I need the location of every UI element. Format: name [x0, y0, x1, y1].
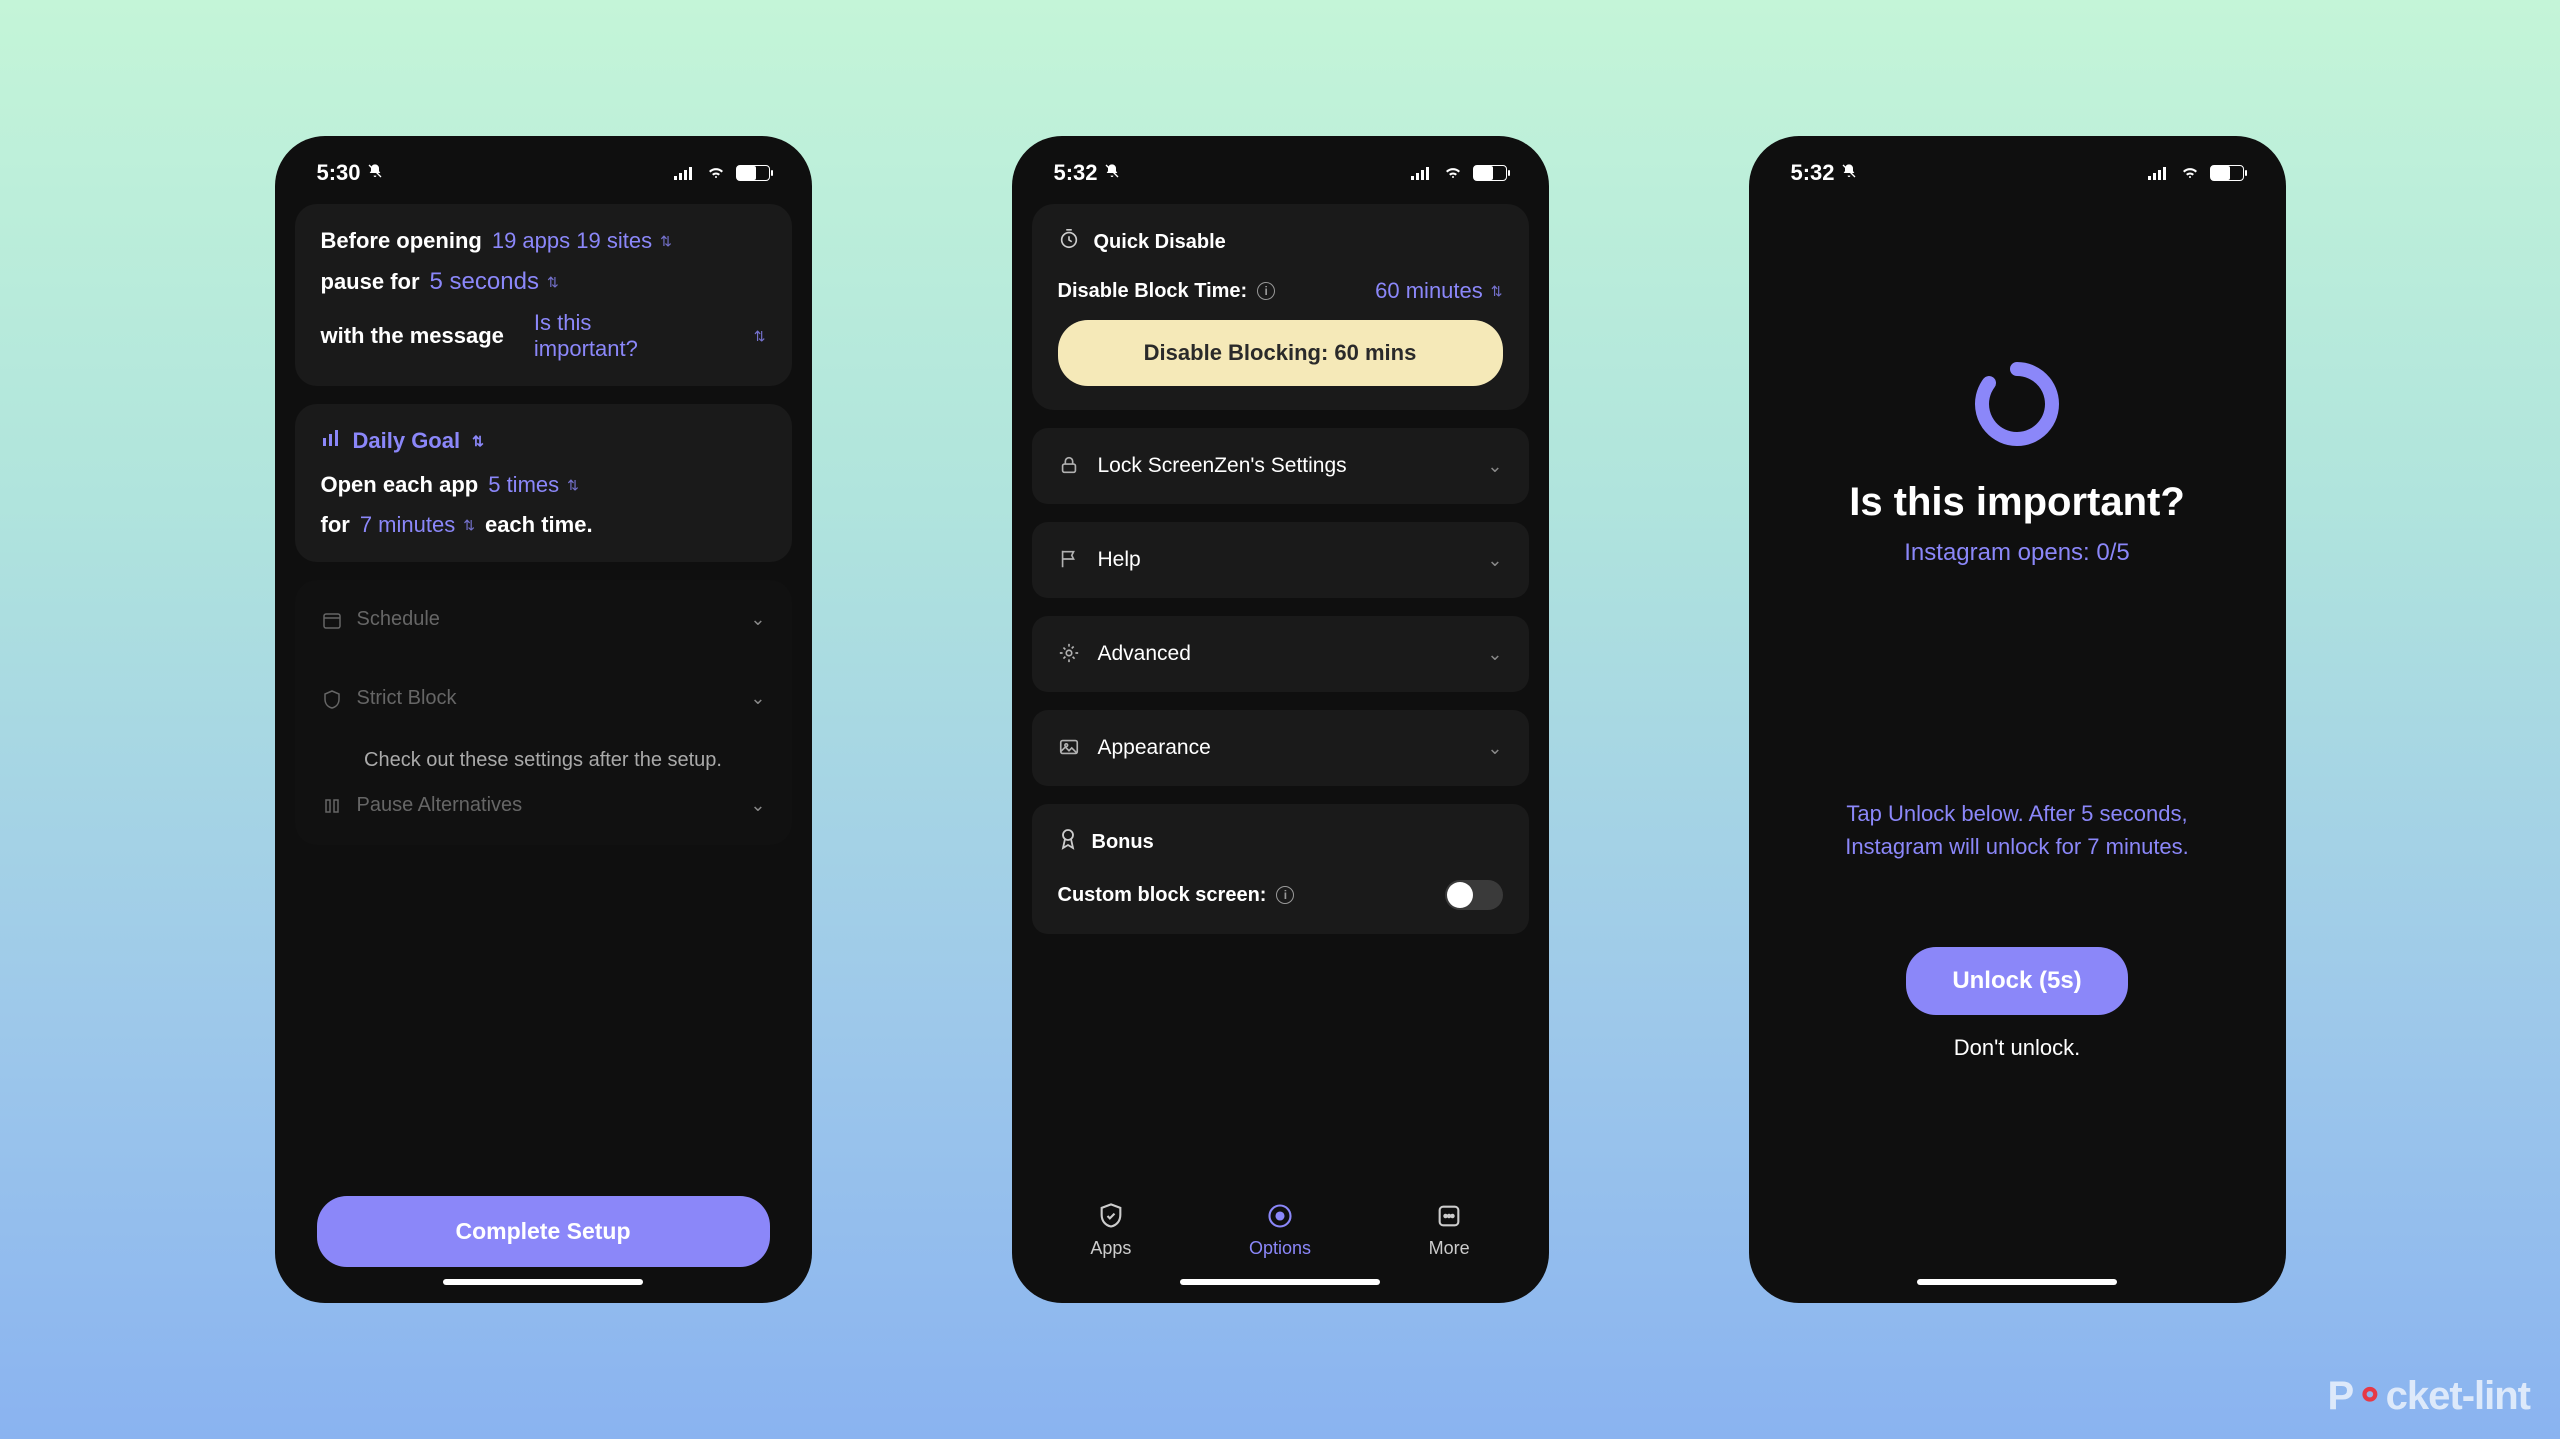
- status-time: 5:30: [317, 160, 361, 186]
- quick-disable-label: Quick Disable: [1094, 231, 1226, 254]
- wifi-icon: [1443, 166, 1463, 180]
- chevron-updown-icon: ⇅: [754, 328, 766, 345]
- ribbon-icon: [1058, 828, 1078, 856]
- image-icon: [1058, 736, 1082, 760]
- custom-block-toggle[interactable]: [1445, 880, 1503, 910]
- phone-screen-block: 5:32 Is this important? Instagram opens:…: [1749, 136, 2286, 1303]
- appearance-row[interactable]: Appearance ⌄: [1032, 710, 1529, 786]
- chevron-down-icon: ⌄: [750, 795, 765, 816]
- disable-time-selector[interactable]: 60 minutes ⇅: [1375, 278, 1502, 304]
- disable-time-label: Disable Block Time:: [1058, 280, 1248, 303]
- open-each-label: Open each app: [321, 472, 479, 498]
- custom-block-label: Custom block screen:: [1058, 884, 1267, 907]
- clock-icon: [1058, 228, 1080, 256]
- status-bar: 5:32: [1769, 160, 2266, 204]
- info-icon[interactable]: i: [1257, 282, 1275, 300]
- with-message-label: with the message: [321, 323, 504, 349]
- before-opening-card: Before opening 19 apps 19 sites ⇅ pause …: [295, 204, 792, 386]
- unlock-hint: Tap Unlock below. After 5 seconds, Insta…: [1769, 797, 2266, 863]
- strict-block-row[interactable]: Strict Block ⌄: [295, 659, 792, 738]
- signal-icon: [2148, 166, 2170, 180]
- message-selector[interactable]: Is this important? ⇅: [534, 310, 766, 362]
- chevron-updown-icon: ⇅: [567, 477, 579, 494]
- info-icon[interactable]: i: [1276, 886, 1294, 904]
- wifi-icon: [706, 166, 726, 180]
- bonus-label: Bonus: [1092, 831, 1154, 854]
- daily-goal-card: Daily Goal ⇅ Open each app 5 times ⇅ for…: [295, 404, 792, 562]
- dnd-icon: [367, 163, 383, 184]
- chevron-down-icon: ⌄: [750, 688, 765, 709]
- gear-icon: [1058, 642, 1082, 666]
- help-row[interactable]: Help ⌄: [1032, 522, 1529, 598]
- chevron-down-icon: ⌄: [1487, 456, 1502, 477]
- wifi-icon: [2180, 166, 2200, 180]
- battery-icon: [2210, 165, 2244, 181]
- advanced-row[interactable]: Advanced ⌄: [1032, 616, 1529, 692]
- chevron-down-icon: ⌄: [1487, 550, 1502, 571]
- chevron-updown-icon: ⇅: [463, 517, 475, 534]
- flag-icon: [1058, 548, 1082, 572]
- signal-icon: [1411, 166, 1433, 180]
- open-times-selector[interactable]: 5 times ⇅: [488, 472, 579, 498]
- lock-settings-row[interactable]: Lock ScreenZen's Settings ⌄: [1032, 428, 1529, 504]
- chevron-down-icon: ⌄: [1487, 738, 1502, 759]
- phone-screen-options: 5:32 Quick Disable Disable Block Time: i…: [1012, 136, 1549, 1303]
- zen-logo-icon: [1967, 354, 2067, 454]
- shield-check-icon: [1095, 1200, 1127, 1232]
- pause-for-label: pause for: [321, 269, 420, 295]
- complete-setup-button[interactable]: Complete Setup: [317, 1196, 770, 1267]
- block-question: Is this important?: [1769, 480, 2266, 525]
- lock-icon: [1058, 454, 1082, 478]
- pause-alternatives-row[interactable]: Pause Alternatives ⌄: [295, 782, 792, 845]
- each-time-label: each time.: [485, 512, 593, 538]
- status-time: 5:32: [1054, 160, 1098, 186]
- pause-duration-selector[interactable]: 5 seconds ⇅: [430, 268, 559, 296]
- status-bar: 5:30: [295, 160, 792, 204]
- dnd-icon: [1841, 163, 1857, 184]
- tab-bar: Apps Options More: [1032, 1182, 1529, 1267]
- before-opening-label: Before opening: [321, 228, 482, 254]
- unlock-button[interactable]: Unlock (5s): [1906, 947, 2127, 1015]
- chevron-down-icon: ⌄: [1487, 644, 1502, 665]
- tab-options[interactable]: Options: [1249, 1200, 1311, 1259]
- apps-sites-selector[interactable]: 19 apps 19 sites ⇅: [492, 228, 672, 254]
- tab-apps[interactable]: Apps: [1090, 1200, 1131, 1259]
- watermark: P⚬cket-lint: [2327, 1373, 2530, 1419]
- disable-blocking-button[interactable]: Disable Blocking: 60 mins: [1058, 320, 1503, 386]
- pause-icon: [321, 795, 343, 817]
- quick-disable-card: Quick Disable Disable Block Time: i 60 m…: [1032, 204, 1529, 410]
- daily-goal-header[interactable]: Daily Goal ⇅: [321, 428, 766, 454]
- home-indicator[interactable]: [443, 1279, 643, 1285]
- status-time: 5:32: [1791, 160, 1835, 186]
- battery-icon: [1473, 165, 1507, 181]
- more-icon: [1433, 1200, 1465, 1232]
- bonus-card: Bonus Custom block screen: i: [1032, 804, 1529, 934]
- tab-more[interactable]: More: [1429, 1200, 1470, 1259]
- home-indicator[interactable]: [1917, 1279, 2117, 1285]
- dont-unlock-button[interactable]: Don't unlock.: [1769, 1035, 2266, 1061]
- chart-icon: [321, 428, 341, 454]
- chevron-updown-icon: ⇅: [547, 274, 559, 291]
- dnd-icon: [1104, 163, 1120, 184]
- target-icon: [1264, 1200, 1296, 1232]
- chevron-updown-icon: ⇅: [660, 233, 672, 250]
- for-label: for: [321, 512, 350, 538]
- chevron-updown-icon: ⇅: [1491, 283, 1503, 300]
- status-bar: 5:32: [1032, 160, 1529, 204]
- phone-screen-setup: 5:30 Before opening 19 apps 19 sites ⇅ p…: [275, 136, 812, 1303]
- schedule-row[interactable]: Schedule ⌄: [295, 580, 792, 659]
- dimmed-settings-card: Schedule ⌄ Strict Block ⌄ Check out thes…: [295, 580, 792, 845]
- battery-icon: [736, 165, 770, 181]
- chevron-updown-icon: ⇅: [472, 433, 484, 450]
- for-duration-selector[interactable]: 7 minutes ⇅: [360, 512, 475, 538]
- shield-icon: [321, 688, 343, 710]
- settings-hint: Check out these settings after the setup…: [295, 738, 792, 782]
- home-indicator[interactable]: [1180, 1279, 1380, 1285]
- signal-icon: [674, 166, 696, 180]
- open-counter: Instagram opens: 0/5: [1769, 539, 2266, 567]
- calendar-icon: [321, 609, 343, 631]
- chevron-down-icon: ⌄: [750, 609, 765, 630]
